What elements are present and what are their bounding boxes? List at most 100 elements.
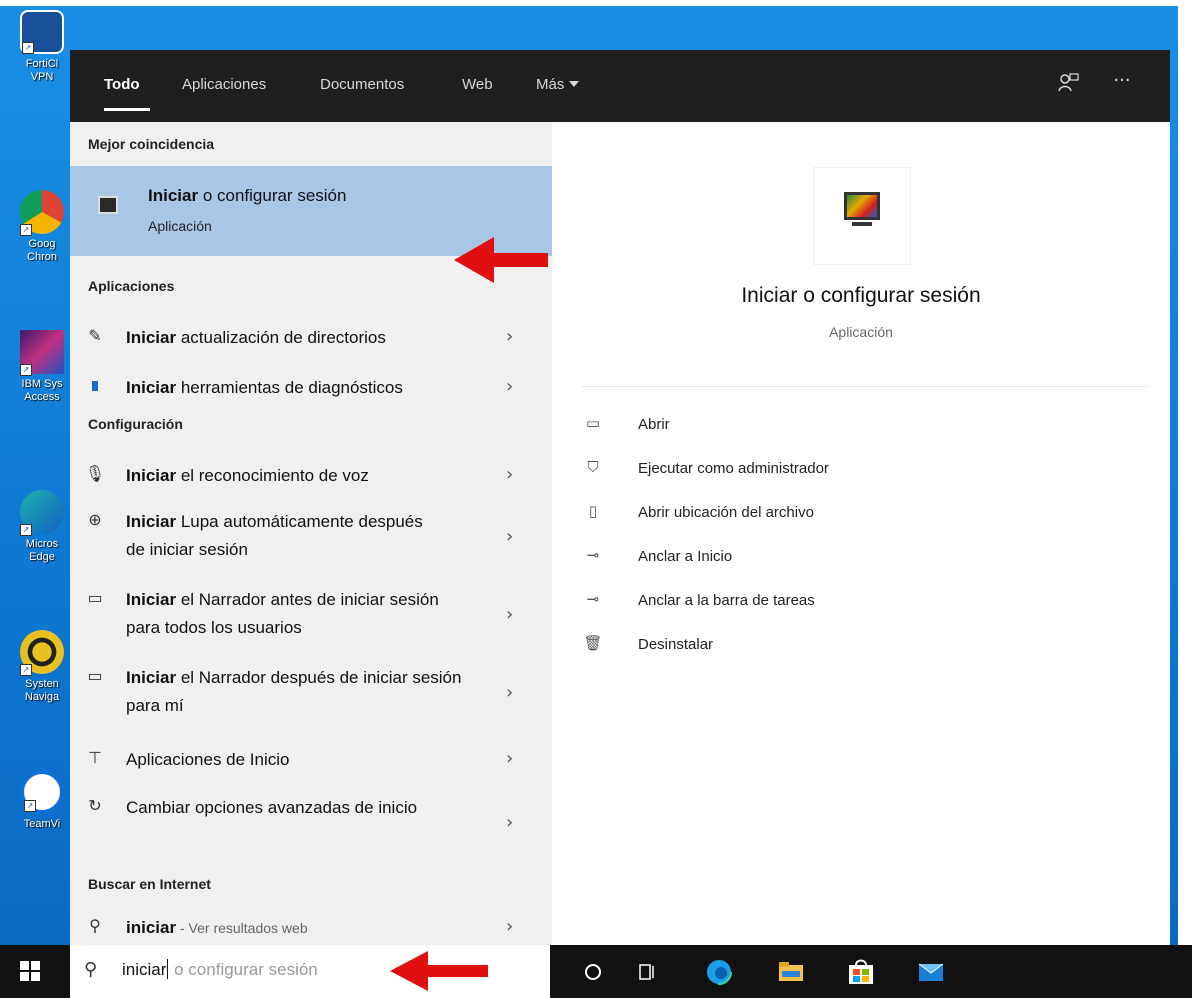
list-item-label: el reconocimiento de voz (176, 466, 369, 485)
list-item[interactable]: ⊤ Aplicaciones de Inicio › (70, 740, 552, 784)
chevron-down-icon (569, 81, 580, 87)
magnifier-icon: ⊕ (88, 510, 102, 529)
narrator-icon: ▭ (87, 588, 103, 607)
search-tabs-bar: Todo Aplicaciones Documentos Web Más ··· (70, 50, 1170, 122)
store-icon[interactable] (846, 957, 876, 987)
mail-icon[interactable] (916, 957, 946, 987)
list-item-bold: Iniciar (126, 466, 177, 485)
list-item-bold: Iniciar (126, 668, 177, 687)
desktop-icon-chrome[interactable]: ↗ Goog Chron (12, 190, 72, 264)
narrator-icon: ▭ (87, 666, 103, 685)
desktop-icon-edge[interactable]: ↗ Micros Edge (12, 490, 72, 564)
chevron-right-icon: › (506, 326, 514, 347)
feedback-icon[interactable] (1056, 72, 1080, 96)
best-match-header: Mejor coincidencia (88, 136, 215, 152)
directory-update-icon: ✎ (88, 326, 102, 345)
ibm-access-icon: ↗ (20, 330, 64, 376)
pin-icon: ⊸ (586, 546, 600, 564)
search-icon: ⚲ (84, 959, 98, 980)
chevron-right-icon: › (506, 682, 514, 703)
list-item[interactable]: ⊕ Iniciar Lupa automáticamente después d… (70, 504, 552, 566)
system-navigator-icon: ↗ (20, 630, 64, 676)
diagnostics-icon (84, 376, 106, 398)
recovery-icon: ↻ (88, 796, 102, 815)
chevron-right-icon: › (506, 376, 514, 397)
list-item-label: actualización de directorios (176, 328, 386, 347)
desktop-icon-label: FortiCl VPN (25, 58, 59, 83)
divider (582, 386, 1150, 387)
tab-todo[interactable]: Todo (104, 76, 140, 93)
list-item-label: Aplicaciones de Inicio (126, 750, 290, 769)
list-item-bold: Iniciar (126, 328, 177, 347)
open-icon: ▭ (585, 414, 601, 432)
shield-icon: ⛉ (587, 458, 599, 476)
list-item-label: el Narrador después de iniciar sesión pa… (126, 668, 462, 715)
action-label: Ejecutar como administrador (638, 460, 829, 477)
desktop-icon-ibm[interactable]: ↗ IBM Sys Access (12, 330, 72, 404)
best-match-title: Iniciar o configurar sesión (148, 186, 346, 206)
monitor-icon (844, 192, 880, 220)
best-match-title-rest: o configurar sesión (198, 186, 347, 205)
search-typed-text: iniciar (122, 960, 167, 979)
taskbar-search-box[interactable]: ⚲ iniciar o configurar sesión (70, 945, 550, 998)
active-tab-indicator (104, 108, 150, 111)
more-options-icon[interactable]: ··· (1110, 70, 1134, 94)
monitor-stand (852, 222, 872, 226)
preview-subtitle: Aplicación (829, 324, 893, 340)
desktop-icon-forticlient[interactable]: ↗ FortiCl VPN (12, 10, 72, 84)
list-item[interactable]: ↻ Cambiar opciones avanzadas de inicio › (70, 790, 552, 852)
sign-in-options-icon (98, 196, 118, 214)
cortana-icon[interactable] (578, 957, 608, 987)
chrome-icon: ↗ (20, 190, 64, 236)
list-item-bold: Iniciar (126, 378, 177, 397)
preview-title: Iniciar o configurar sesión (741, 284, 981, 307)
list-item[interactable]: 🎙 Iniciar el reconocimiento de voz › (70, 454, 552, 500)
web-result-query: iniciar (126, 918, 177, 937)
action-label: Abrir (638, 416, 670, 433)
list-item[interactable]: ✎ Iniciar actualización de directorios › (70, 314, 552, 364)
desktop-icon-label: Goog Chron (27, 238, 57, 263)
settings-header: Configuración (88, 416, 183, 432)
results-list: Mejor coincidencia Iniciar o configurar … (70, 122, 552, 945)
apps-header: Aplicaciones (88, 278, 175, 294)
teamviewer-icon: ↗ (20, 770, 64, 814)
screen-top-border (0, 0, 1192, 6)
chevron-right-icon: › (506, 916, 514, 937)
action-label: Anclar a la barra de tareas (638, 592, 815, 609)
windows-start-icon[interactable] (20, 961, 40, 981)
desktop-icon-teamviewer[interactable]: ↗ TeamVi (12, 770, 72, 831)
edge-icon[interactable] (704, 957, 734, 987)
tab-documentos[interactable]: Documentos (320, 76, 404, 93)
list-item-bold: Iniciar (126, 512, 177, 531)
web-result-label: - Ver resultados web (176, 920, 308, 936)
search-input[interactable]: iniciar o configurar sesión (122, 959, 318, 980)
best-match-subtitle: Aplicación (148, 218, 212, 234)
taskbar: ⚲ iniciar o configurar sesión (0, 945, 1192, 998)
tab-mas-label: Más (536, 76, 565, 93)
desktop-icon-label: IBM Sys Access (21, 378, 63, 403)
startup-apps-icon: ⊤ (88, 748, 102, 767)
desktop-icon-label: Systen Naviga (24, 678, 60, 703)
list-item[interactable]: Iniciar herramientas de diagnósticos › (70, 364, 552, 414)
file-explorer-icon[interactable] (776, 957, 806, 987)
action-label: Anclar a Inicio (638, 548, 733, 565)
list-item-label: Cambiar opciones avanzadas de inicio (126, 798, 418, 817)
task-view-icon[interactable] (632, 957, 662, 987)
app-large-icon (814, 168, 910, 264)
list-item[interactable]: ▭ Iniciar el Narrador antes de iniciar s… (70, 582, 552, 644)
tab-web[interactable]: Web (462, 76, 493, 93)
desktop-icon-system-navigator[interactable]: ↗ Systen Naviga (12, 630, 72, 704)
tab-mas[interactable]: Más (536, 76, 580, 93)
web-search-header: Buscar en Internet (88, 876, 211, 892)
search-panel: Todo Aplicaciones Documentos Web Más ···… (70, 50, 1170, 945)
desktop-icon-label: Micros Edge (25, 538, 59, 563)
preview-pane: Iniciar o configurar sesión Aplicación ▭… (552, 122, 1170, 945)
desktop-icon-label: TeamVi (23, 818, 61, 830)
chevron-right-icon: › (506, 748, 514, 769)
tab-aplicaciones[interactable]: Aplicaciones (182, 76, 266, 93)
file-location-icon: ▯ (588, 502, 598, 520)
forticlient-icon: ↗ (20, 10, 64, 54)
web-result-item[interactable]: ⚲ iniciar - Ver resultados web › (70, 912, 552, 945)
pin-icon: ⊸ (586, 590, 600, 608)
list-item[interactable]: ▭ Iniciar el Narrador después de iniciar… (70, 660, 552, 722)
